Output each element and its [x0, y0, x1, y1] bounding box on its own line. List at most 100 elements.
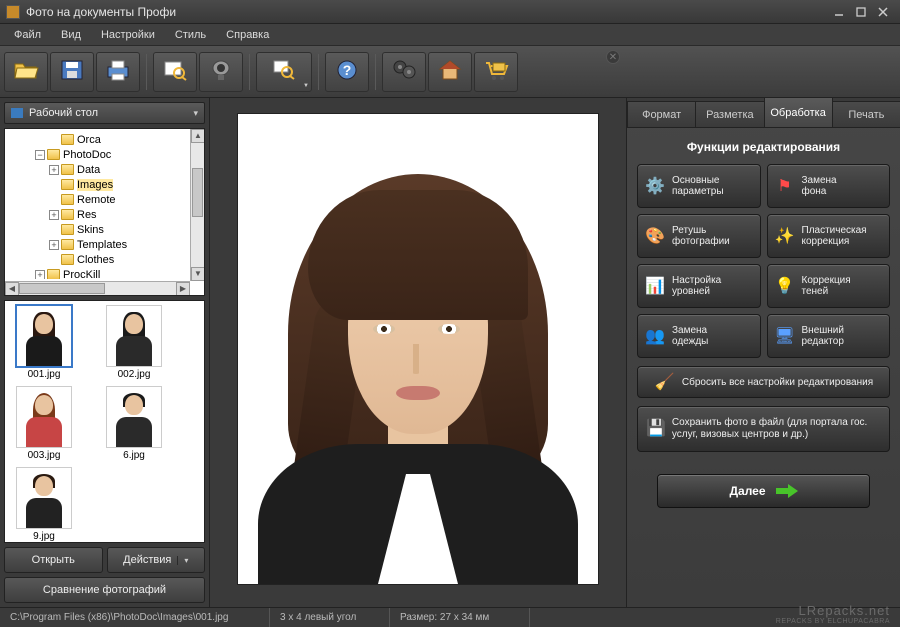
- tree-item-images[interactable]: Images: [7, 177, 202, 192]
- menu-справка[interactable]: Справка: [216, 27, 279, 43]
- menu-вид[interactable]: Вид: [51, 27, 91, 43]
- tree-label: Res: [77, 209, 97, 221]
- tree-expand-icon[interactable]: +: [49, 240, 59, 250]
- app-icon: [6, 5, 20, 19]
- tree-expand-icon[interactable]: −: [35, 150, 45, 160]
- tree-vscroll[interactable]: ▲ ▼: [190, 129, 204, 281]
- right-tabs: ФорматРазметкаОбработкаПечать: [627, 98, 900, 128]
- folder-icon: [61, 209, 74, 220]
- tree-expand-icon[interactable]: +: [49, 210, 59, 220]
- actions-button[interactable]: Действия: [107, 547, 206, 573]
- panel-close-icon[interactable]: ✕: [606, 50, 620, 64]
- webcam-button[interactable]: [199, 52, 243, 92]
- fn-button-2[interactable]: 🎨Ретушьфотографии: [637, 214, 761, 258]
- menu-стиль[interactable]: Стиль: [165, 27, 216, 43]
- thumbnail-001.jpg[interactable]: 001.jpg: [9, 305, 79, 380]
- tree-label: Data: [77, 164, 100, 176]
- person-icon: [26, 393, 62, 447]
- cart-button[interactable]: [474, 52, 518, 92]
- home-icon: [438, 59, 462, 84]
- tree-expand-icon[interactable]: +: [35, 270, 45, 280]
- fn-button-1[interactable]: ⚑Заменафона: [767, 164, 891, 208]
- magnifier-button[interactable]: ▼: [256, 52, 312, 92]
- thumb-label: 003.jpg: [28, 450, 61, 461]
- save-to-file-button[interactable]: 💾 Сохранить фото в файл (для портала гос…: [637, 406, 890, 452]
- cart-icon: [483, 59, 509, 84]
- scroll-down-icon[interactable]: ▼: [191, 267, 205, 281]
- menu-настройки[interactable]: Настройки: [91, 27, 165, 43]
- tree-item-remote[interactable]: Remote: [7, 192, 202, 207]
- fn-label: Заменаодежды: [672, 325, 708, 348]
- find-photo-button[interactable]: [153, 52, 197, 92]
- tree-item-prockill[interactable]: +ProcKill: [7, 267, 202, 279]
- tree-item-res[interactable]: + Res: [7, 207, 202, 222]
- next-button[interactable]: Далее: [657, 474, 870, 508]
- home-button[interactable]: [428, 52, 472, 92]
- toolbar: ▼? ✕: [0, 46, 900, 98]
- minimize-button[interactable]: [828, 4, 850, 20]
- reset-button[interactable]: 🧹 Сбросить все настройки редактирования: [637, 366, 890, 398]
- scroll-up-icon[interactable]: ▲: [191, 129, 205, 143]
- fn-button-7[interactable]: 🖥Внешнийредактор: [767, 314, 891, 358]
- help-button[interactable]: ?: [325, 52, 369, 92]
- folder-icon: [61, 134, 74, 145]
- tree-item-photodoc[interactable]: −PhotoDoc: [7, 147, 202, 162]
- fn-button-3[interactable]: ✨Пластическаякоррекция: [767, 214, 891, 258]
- scroll-left-icon[interactable]: ◀: [5, 282, 19, 296]
- tree-label: Clothes: [77, 254, 114, 266]
- fn-button-5[interactable]: 💡Коррекциятеней: [767, 264, 891, 308]
- scroll-thumb[interactable]: [19, 283, 105, 294]
- tab-разметка[interactable]: Разметка: [695, 101, 764, 127]
- right-panel: ФорматРазметкаОбработкаПечать Функции ре…: [626, 98, 900, 607]
- tree-expand-icon[interactable]: +: [49, 165, 59, 175]
- photo-frame: [238, 114, 598, 584]
- tab-формат[interactable]: Формат: [627, 101, 696, 127]
- portrait-preview: [248, 144, 588, 584]
- open-button[interactable]: Открыть: [4, 547, 103, 573]
- tree-hscroll[interactable]: ◀ ▶: [5, 281, 190, 295]
- fn-label: Заменафона: [802, 175, 837, 198]
- maximize-button[interactable]: [850, 4, 872, 20]
- folder-icon: [61, 194, 74, 205]
- folder-icon: [47, 269, 60, 279]
- fn-button-4[interactable]: 📊Настройкауровней: [637, 264, 761, 308]
- thumb-label: 6.jpg: [123, 450, 145, 461]
- status-corner: 3 x 4 левый угол: [270, 608, 390, 627]
- person-icon: [116, 393, 152, 447]
- tree-item-orca[interactable]: Orca: [7, 132, 202, 147]
- sidebar: Рабочий стол Orca−PhotoDoc + Data Images Rem…: [0, 98, 210, 607]
- fn-button-0[interactable]: ⚙️Основныепараметры: [637, 164, 761, 208]
- preview-area: [210, 98, 626, 607]
- tree-label: Images: [77, 179, 113, 191]
- tree-item-data[interactable]: + Data: [7, 162, 202, 177]
- thumbnail-003.jpg[interactable]: 003.jpg: [9, 386, 79, 461]
- scroll-right-icon[interactable]: ▶: [176, 282, 190, 296]
- folder-icon: [61, 179, 74, 190]
- disk-icon: 💾: [646, 418, 666, 440]
- save-button[interactable]: [50, 52, 94, 92]
- tree-item-clothes[interactable]: Clothes: [7, 252, 202, 267]
- location-combo[interactable]: Рабочий стол: [4, 102, 205, 124]
- menu-файл[interactable]: Файл: [4, 27, 51, 43]
- folder-icon: [61, 164, 74, 175]
- print-button[interactable]: [96, 52, 140, 92]
- fn-label: Ретушьфотографии: [672, 225, 730, 248]
- menubar: ФайлВидНастройкиСтильСправка: [0, 24, 900, 46]
- tree-label: Remote: [77, 194, 116, 206]
- fn-button-6[interactable]: 👥Заменаодежды: [637, 314, 761, 358]
- tree-label: Skins: [77, 224, 104, 236]
- tree-item-skins[interactable]: Skins: [7, 222, 202, 237]
- tab-печать[interactable]: Печать: [832, 101, 900, 127]
- video-button[interactable]: [382, 52, 426, 92]
- tree-item-templates[interactable]: +Templates: [7, 237, 202, 252]
- scroll-thumb[interactable]: [192, 168, 203, 218]
- compare-button[interactable]: Сравнение фотографий: [4, 577, 205, 603]
- thumbnail-9.jpg[interactable]: 9.jpg: [9, 467, 79, 542]
- folder-open-button[interactable]: [4, 52, 48, 92]
- thumbnail-002.jpg[interactable]: 002.jpg: [99, 305, 169, 380]
- thumbnail-6.jpg[interactable]: 6.jpg: [99, 386, 169, 461]
- fn-icon: ✨: [774, 225, 796, 247]
- tree-label: Orca: [77, 134, 101, 146]
- close-button[interactable]: [872, 4, 894, 20]
- tab-обработка[interactable]: Обработка: [764, 97, 833, 127]
